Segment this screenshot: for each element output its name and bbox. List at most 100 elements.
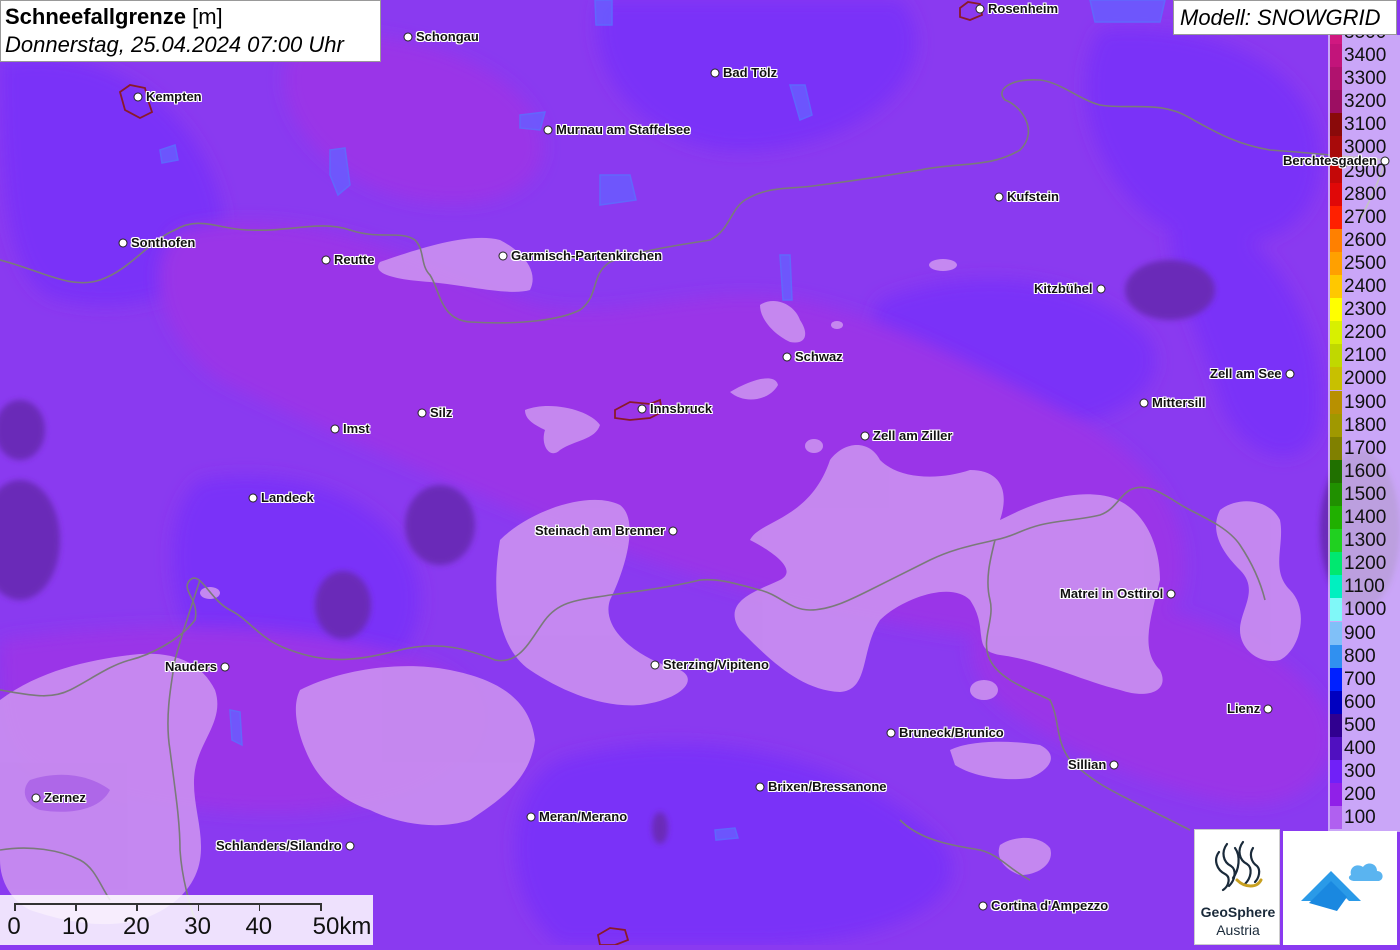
legend-label: 1300 xyxy=(1344,530,1387,552)
city-label[interactable]: Brixen/Bressanone xyxy=(768,779,887,794)
city-marker[interactable] xyxy=(782,352,792,362)
city-label[interactable]: Cortina d'Ampezzo xyxy=(991,898,1108,913)
legend-swatch xyxy=(1330,506,1342,529)
scale-bar: 0 10 20 30 40 50km xyxy=(0,895,373,945)
city-marker[interactable] xyxy=(710,68,720,78)
map-title-box: Schneefallgrenze [m] Donnerstag, 25.04.2… xyxy=(0,0,381,62)
legend-label: 300 xyxy=(1344,761,1376,783)
snow-app-logo[interactable] xyxy=(1283,831,1397,945)
legend-row: 100 xyxy=(1328,806,1400,830)
city-marker[interactable] xyxy=(1109,760,1119,770)
city-label[interactable]: Mittersill xyxy=(1152,395,1205,410)
city-marker[interactable] xyxy=(668,526,678,536)
city-marker[interactable] xyxy=(1285,369,1295,379)
city-label[interactable]: Imst xyxy=(343,421,370,436)
city-label[interactable]: Reutte xyxy=(334,252,374,267)
scale-label: 40 xyxy=(245,913,273,940)
legend-label: 500 xyxy=(1344,714,1376,736)
city-label[interactable]: Schwaz xyxy=(795,349,843,364)
geosphere-swirl-icon xyxy=(1215,840,1263,892)
city-label[interactable]: Meran/Merano xyxy=(539,809,627,824)
city-label[interactable]: Bruneck/Brunico xyxy=(899,725,1004,740)
legend-row: 1800 xyxy=(1328,413,1400,437)
city-marker[interactable] xyxy=(1139,398,1149,408)
legend-swatch xyxy=(1330,275,1342,298)
legend-label: 3100 xyxy=(1344,114,1387,136)
city-label[interactable]: Sterzing/Vipiteno xyxy=(663,657,769,672)
city-label[interactable]: Sillian xyxy=(1068,757,1106,772)
city-marker[interactable] xyxy=(1166,589,1176,599)
legend-row: 3100 xyxy=(1328,113,1400,137)
legend-row: 2600 xyxy=(1328,228,1400,252)
city-label[interactable]: Zell am See xyxy=(1210,366,1282,381)
city-marker[interactable] xyxy=(526,812,536,822)
city-label[interactable]: Schlanders/Silandro xyxy=(216,838,342,853)
city-label[interactable]: Bad Tölz xyxy=(723,65,777,80)
legend-swatch xyxy=(1330,806,1342,830)
city-label[interactable]: Garmisch-Partenkirchen xyxy=(511,248,662,263)
city-marker[interactable] xyxy=(403,32,413,42)
legend-label: 1200 xyxy=(1344,553,1387,575)
legend-label: 2500 xyxy=(1344,252,1387,274)
city-label[interactable]: Steinach am Brenner xyxy=(535,523,665,538)
city-marker[interactable] xyxy=(543,125,553,135)
scale-line xyxy=(14,903,320,905)
legend-label: 2000 xyxy=(1344,368,1387,390)
legend-row: 3400 xyxy=(1328,44,1400,67)
scale-label: 10 xyxy=(61,913,89,940)
city-marker[interactable] xyxy=(994,192,1004,202)
legend-swatch xyxy=(1330,251,1342,275)
city-label[interactable]: Berchtesgaden xyxy=(1283,153,1377,168)
city-marker[interactable] xyxy=(118,238,128,248)
legend-label: 1500 xyxy=(1344,483,1387,505)
city-marker[interactable] xyxy=(637,404,647,414)
city-label[interactable]: Landeck xyxy=(261,490,314,505)
city-marker[interactable] xyxy=(31,793,41,803)
city-marker[interactable] xyxy=(975,4,985,14)
legend-row: 300 xyxy=(1328,760,1400,784)
city-marker[interactable] xyxy=(1096,284,1106,294)
city-marker[interactable] xyxy=(860,431,870,441)
city-label[interactable]: Schongau xyxy=(416,29,479,44)
city-label[interactable]: Zell am Ziller xyxy=(873,428,952,443)
city-label[interactable]: Innsbruck xyxy=(650,401,712,416)
city-label[interactable]: Lienz xyxy=(1227,701,1260,716)
city-label[interactable]: Nauders xyxy=(165,659,217,674)
legend-label: 3500 xyxy=(1344,35,1386,43)
city-label[interactable]: Rosenheim xyxy=(988,1,1058,16)
city-marker[interactable] xyxy=(1380,156,1390,166)
city-label[interactable]: Silz xyxy=(430,405,452,420)
city-marker[interactable] xyxy=(345,841,355,851)
city-marker[interactable] xyxy=(498,251,508,261)
legend-swatch xyxy=(1330,367,1342,391)
city-label[interactable]: Murnau am Staffelsee xyxy=(556,122,690,137)
legend-swatch xyxy=(1330,436,1342,460)
city-marker[interactable] xyxy=(886,728,896,738)
legend-swatch xyxy=(1330,783,1342,807)
legend-swatch xyxy=(1330,390,1342,414)
city-marker[interactable] xyxy=(133,92,143,102)
geosphere-logo[interactable]: GeoSphere Austria xyxy=(1194,829,1280,945)
city-marker[interactable] xyxy=(220,662,230,672)
city-marker[interactable] xyxy=(1263,704,1273,714)
city-marker[interactable] xyxy=(650,660,660,670)
city-label[interactable]: Matrei in Osttirol xyxy=(1060,586,1163,601)
legend-row: 900 xyxy=(1328,621,1400,645)
city-marker[interactable] xyxy=(248,493,258,503)
city-marker[interactable] xyxy=(978,901,988,911)
map-datetime: Donnerstag, 25.04.2024 07:00 Uhr xyxy=(5,32,344,57)
legend-row: 2200 xyxy=(1328,321,1400,345)
legend-label: 2400 xyxy=(1344,276,1387,297)
city-marker[interactable] xyxy=(755,782,765,792)
city-label[interactable]: Zernez xyxy=(44,790,86,805)
legend-label: 2700 xyxy=(1344,206,1387,228)
city-marker[interactable] xyxy=(321,255,331,265)
snowfall-limit-map[interactable] xyxy=(0,0,1400,945)
legend-swatch xyxy=(1330,182,1342,206)
city-label[interactable]: Kempten xyxy=(146,89,202,104)
city-marker[interactable] xyxy=(417,408,427,418)
city-label[interactable]: Sonthofen xyxy=(131,235,195,250)
city-label[interactable]: Kufstein xyxy=(1007,189,1059,204)
city-label[interactable]: Kitzbühel xyxy=(1034,281,1093,296)
city-marker[interactable] xyxy=(330,424,340,434)
